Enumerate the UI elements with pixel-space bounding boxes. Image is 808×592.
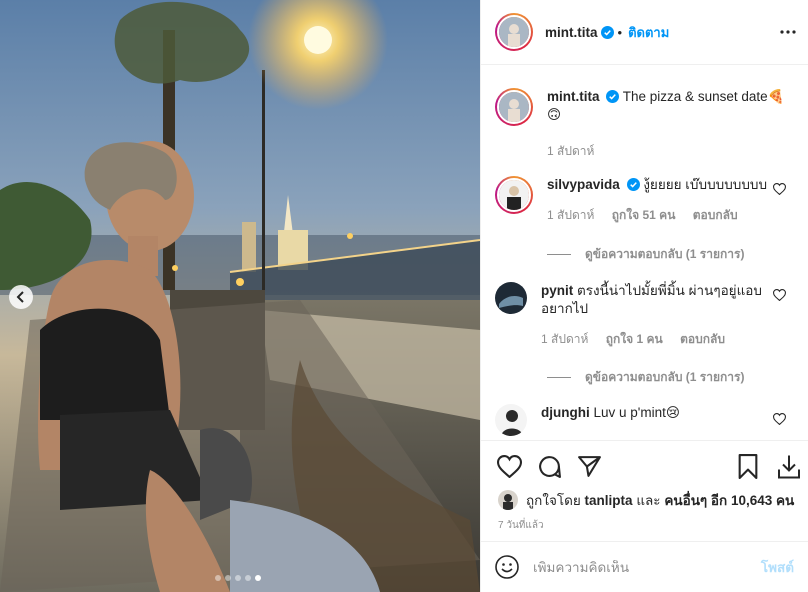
add-comment-bar: โพสต์ <box>481 541 808 592</box>
view-replies-button[interactable]: ดูข้อความตอบกลับ (1 รายการ) <box>547 368 744 387</box>
comment-username[interactable]: pynit <box>541 283 573 298</box>
comment-icon[interactable] <box>537 454 562 479</box>
commenter-avatar[interactable] <box>495 404 527 436</box>
post-header: mint.tita • ติดตาม <box>481 0 808 65</box>
post-image <box>0 0 480 592</box>
comment-text: งู้ยยยย เบ๊บบบบบบบบ <box>643 177 768 192</box>
caption-time: 1 สัปดาห์ <box>547 144 595 158</box>
post-age: 7 วันที่แล้ว <box>498 520 544 531</box>
chevron-left-icon <box>16 291 24 303</box>
reply-button[interactable]: ตอบกลับ <box>680 332 725 346</box>
view-replies-button[interactable]: ดูข้อความตอบกลับ (1 รายการ) <box>547 245 744 264</box>
verified-badge-icon <box>606 90 620 103</box>
heart-icon[interactable] <box>773 413 786 425</box>
author-username[interactable]: mint.tita <box>545 25 598 40</box>
likes-and: และ <box>636 493 661 508</box>
likes-prefix: ถูกใจโดย <box>526 493 581 508</box>
caption-row: mint.tita The pizza & sunset date🍕🙃 1 สั… <box>495 88 794 160</box>
download-icon[interactable] <box>777 453 801 480</box>
share-icon[interactable] <box>577 454 602 479</box>
carousel-dots <box>215 575 261 581</box>
bookmark-icon[interactable] <box>737 454 759 479</box>
post-photo[interactable] <box>0 0 480 592</box>
author-avatar[interactable] <box>495 13 533 51</box>
more-icon[interactable] <box>780 30 796 34</box>
carousel-dot <box>215 575 221 581</box>
post-comment-button[interactable]: โพสต์ <box>761 556 794 578</box>
comment-row: djunghi Luv u p'mint😢 <box>495 404 794 436</box>
author-avatar[interactable] <box>495 88 533 126</box>
heart-icon[interactable] <box>497 455 522 478</box>
comment-row: pynit ตรงนี้น่าไปมั้ยพี่มิ้น ผ่านๆอยู่แอ… <box>495 282 794 348</box>
comment-row: silvypavida งู้ยยยย เบ๊บบบบบบบบ 1 สัปดาห… <box>495 176 794 224</box>
verified-badge-icon <box>626 178 640 191</box>
emoji-icon[interactable] <box>495 555 519 579</box>
comment-text: ตรงนี้น่าไปมั้ยพี่มิ้น ผ่านๆอยู่แอบอยากไ… <box>541 283 762 316</box>
comment-input[interactable] <box>533 559 761 575</box>
comment-time: 1 สัปดาห์ <box>541 332 589 346</box>
comment-username[interactable]: djunghi <box>541 405 590 420</box>
caption-username[interactable]: mint.tita <box>547 89 600 104</box>
heart-icon[interactable] <box>773 289 786 301</box>
liker-username[interactable]: tanlipta <box>585 493 633 508</box>
comment-likes[interactable]: ถูกใจ 51 คน <box>612 208 676 222</box>
carousel-dot <box>225 575 231 581</box>
post-side-panel: mint.tita • ติดตาม mint.tita The pizza &… <box>480 0 808 592</box>
liker-avatar <box>498 490 518 510</box>
comment-likes[interactable]: ถูกใจ 1 คน <box>606 332 663 346</box>
likes-others[interactable]: คนอื่นๆ อีก 10,643 คน <box>664 489 794 511</box>
follow-button[interactable]: ติดตาม <box>628 22 669 43</box>
carousel-prev-button[interactable] <box>9 285 33 309</box>
post-actions: ถูกใจโดย tanlipta และ คนอื่นๆ อีก 10,643… <box>481 440 808 541</box>
carousel-dot <box>235 575 241 581</box>
reply-button[interactable]: ตอบกลับ <box>693 208 738 222</box>
likes-summary[interactable]: ถูกใจโดย tanlipta และ คนอื่นๆ อีก 10,643… <box>498 489 794 511</box>
comment-text: Luv u p'mint😢 <box>593 405 680 420</box>
heart-icon[interactable] <box>773 183 786 195</box>
commenter-avatar[interactable] <box>495 282 527 314</box>
view-replies-label: ดูข้อความตอบกลับ (1 รายการ) <box>585 247 745 261</box>
verified-badge-icon <box>600 25 614 39</box>
comments-list[interactable]: mint.tita The pizza & sunset date🍕🙃 1 สั… <box>481 66 808 440</box>
comment-username[interactable]: silvypavida <box>547 177 620 192</box>
comment-time: 1 สัปดาห์ <box>547 208 595 222</box>
view-replies-label: ดูข้อความตอบกลับ (1 รายการ) <box>585 370 745 384</box>
carousel-dot-active <box>255 575 261 581</box>
commenter-avatar[interactable] <box>495 176 533 214</box>
carousel-dot <box>245 575 251 581</box>
